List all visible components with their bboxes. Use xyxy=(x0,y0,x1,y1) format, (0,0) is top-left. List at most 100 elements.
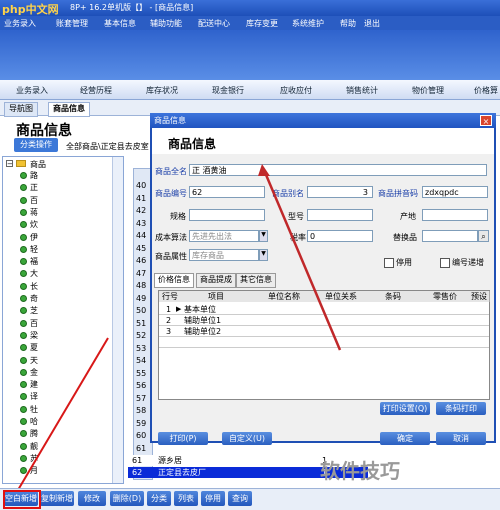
tree-item[interactable]: 炊 xyxy=(30,219,38,230)
nav-item[interactable]: 库存状况 xyxy=(146,85,178,96)
edit-button[interactable]: 修改 xyxy=(78,491,106,506)
substitute-field[interactable] xyxy=(422,230,478,242)
grid-cell: 2 xyxy=(166,316,172,325)
product-icon xyxy=(20,208,27,216)
tree-item[interactable]: 轻 xyxy=(30,244,38,255)
tree-item[interactable]: 福 xyxy=(30,256,38,267)
delete-button[interactable]: 删除(D) xyxy=(110,491,144,506)
cancel-button[interactable]: 取消 xyxy=(436,432,486,445)
tab-navigation[interactable]: 导航图 xyxy=(4,102,38,117)
origin-field[interactable] xyxy=(422,209,488,221)
custom-button[interactable]: 自定义(U) xyxy=(222,432,272,445)
tree-item[interactable]: 译 xyxy=(30,391,38,402)
tree-item[interactable]: 牡 xyxy=(30,404,38,415)
barcode-increment-checkbox[interactable] xyxy=(440,258,450,268)
grid-header: 项目 xyxy=(181,291,252,302)
barcode-print-button[interactable]: 条码打印 xyxy=(436,402,486,415)
tree-item[interactable]: 靓 xyxy=(30,441,38,452)
substitute-label: 替换品 xyxy=(393,233,417,242)
tree-item[interactable]: 金 xyxy=(30,367,38,378)
grid-header: 行号 xyxy=(159,291,182,302)
tree-scrollbar[interactable] xyxy=(112,157,123,483)
search-icon[interactable]: ⌕ xyxy=(478,230,489,242)
tree-item[interactable]: 伊 xyxy=(30,232,38,243)
code-field[interactable]: 62 xyxy=(189,186,265,198)
tree-item[interactable]: 奇 xyxy=(30,293,38,304)
fullname-field[interactable]: 正 酒黄油 xyxy=(189,164,487,176)
nav-item[interactable]: 销售统计 xyxy=(346,85,378,96)
tree-item[interactable]: 蒋 xyxy=(30,207,38,218)
tab-product-info[interactable]: 商品信息 xyxy=(48,102,90,117)
tree-item[interactable]: 苏 xyxy=(30,453,38,464)
product-icon xyxy=(20,295,27,302)
pinyin-field[interactable]: zdxqpdc xyxy=(422,186,488,198)
tree-item[interactable]: 梁 xyxy=(30,330,38,341)
category-button[interactable]: 分类 xyxy=(147,491,171,506)
menu-item[interactable]: 基本信息 xyxy=(104,18,136,29)
nav-item[interactable]: 现金银行 xyxy=(212,85,244,96)
list-button[interactable]: 列表 xyxy=(174,491,198,506)
product-icon xyxy=(20,442,27,450)
menu-item[interactable]: 辅助功能 xyxy=(150,18,182,29)
print-button[interactable]: 打印(P) xyxy=(158,432,208,445)
nav-item[interactable]: 业务录入 xyxy=(16,85,48,96)
tab-price-info[interactable]: 价格信息 xyxy=(154,273,194,288)
menu-item[interactable]: 帮助 xyxy=(340,18,356,29)
menu-item[interactable]: 库存变更 xyxy=(246,18,278,29)
ok-button[interactable]: 确定 xyxy=(380,432,430,445)
tree-item[interactable]: 百 xyxy=(30,318,38,329)
row-number: 44 xyxy=(136,231,147,240)
disable-button[interactable]: 停用 xyxy=(201,491,225,506)
tree-item[interactable]: 正 xyxy=(30,182,38,193)
nav-item[interactable]: 应收应付 xyxy=(280,85,312,96)
tree-item[interactable]: 百 xyxy=(30,195,38,206)
chevron-down-icon[interactable]: ▼ xyxy=(259,249,268,261)
watermark: 软件技巧 xyxy=(320,459,400,483)
nav-item[interactable]: 物价管理 xyxy=(412,85,444,96)
grid-cell[interactable]: 基本单位 xyxy=(184,304,216,315)
tab-commission[interactable]: 商品提成 xyxy=(196,273,236,288)
tax-field[interactable]: 0 xyxy=(307,230,373,242)
row-number: 49 xyxy=(136,293,147,303)
attribute-select[interactable]: 库存商品 xyxy=(189,249,259,261)
cost-method-select[interactable]: 先进先出法 xyxy=(189,230,259,242)
query-button[interactable]: 查询 xyxy=(228,491,252,506)
alias-field[interactable]: 3 xyxy=(307,186,373,198)
menu-item[interactable]: 退出 xyxy=(364,18,380,29)
tree-item[interactable]: 天 xyxy=(30,355,38,366)
grid-cell[interactable]: 辅助单位2 xyxy=(184,326,221,337)
chevron-down-icon[interactable]: ▼ xyxy=(259,230,268,242)
row-number: 45 xyxy=(136,243,147,253)
tree-item[interactable]: 建 xyxy=(30,379,38,390)
expand-icon[interactable]: − xyxy=(6,160,13,168)
menu-item[interactable]: 账套管理 xyxy=(56,18,88,29)
menu-item[interactable]: 配送中心 xyxy=(198,18,230,29)
close-icon[interactable]: × xyxy=(480,115,492,126)
menu-item[interactable]: 系统维护 xyxy=(292,18,324,29)
print-setup-button[interactable]: 打印设置(Q) xyxy=(380,402,430,415)
disable-checkbox[interactable] xyxy=(384,258,394,268)
grid-header: 单位关系 xyxy=(317,291,366,302)
menu-item[interactable]: 业务录入 xyxy=(4,18,36,29)
tree-item[interactable]: 长 xyxy=(30,281,38,292)
tree-item[interactable]: 夏 xyxy=(30,342,38,353)
nav-item[interactable]: 经营历程 xyxy=(80,85,112,96)
grid-header: 单位名称 xyxy=(251,291,318,302)
tree-item[interactable]: 哈 xyxy=(30,416,38,427)
tree-root[interactable]: 商品 xyxy=(30,159,46,170)
tree-item[interactable]: 大 xyxy=(30,268,38,279)
grid-header: 条码 xyxy=(365,291,422,302)
product-icon xyxy=(20,356,27,364)
product-icon xyxy=(20,196,27,204)
nav-item[interactable]: 价格算 xyxy=(474,85,498,96)
tab-other-info[interactable]: 其它信息 xyxy=(236,273,276,288)
spec-field[interactable] xyxy=(189,209,265,221)
tree-item[interactable]: 路 xyxy=(30,170,38,181)
grid-cell[interactable]: 辅助单位1 xyxy=(184,315,221,326)
tree-item[interactable]: 腾 xyxy=(30,428,38,439)
model-field[interactable] xyxy=(307,209,373,221)
tree-item[interactable]: 月 xyxy=(30,465,38,476)
copy-add-button[interactable]: 复制新增 xyxy=(40,491,74,506)
tree-item[interactable]: 芝 xyxy=(30,305,38,316)
category-button[interactable]: 分类操作 xyxy=(14,138,58,152)
